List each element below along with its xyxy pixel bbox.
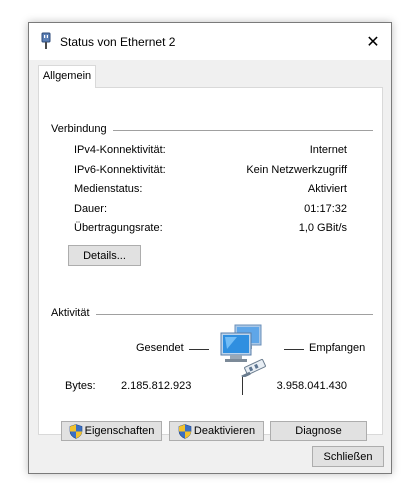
tab-general[interactable]: Allgemein [38, 65, 96, 88]
ipv4-value: Internet [309, 144, 347, 156]
media-status-value: Aktiviert [307, 183, 347, 195]
ipv4-label: IPv4-Konnektivität: [74, 144, 166, 156]
network-computers-icon [220, 324, 266, 377]
details-button-label: Details... [83, 249, 126, 262]
connection-group-label: Verbindung [51, 123, 113, 135]
close-icon[interactable]: ✕ [355, 23, 391, 60]
bytes-divider [242, 377, 243, 395]
transfer-rate-value: 1,0 GBit/s [298, 222, 347, 234]
bytes-received-value: 3.958.041.430 [276, 380, 347, 392]
deactivate-button-label: Deaktivieren [193, 425, 256, 437]
diagnose-button-label: Diagnose [295, 425, 342, 437]
shield-icon [69, 423, 82, 439]
close-button-label: Schließen [323, 450, 373, 463]
ipv6-value: Kein Netzwerkzugriff [246, 164, 347, 176]
ipv6-label: IPv6-Konnektivität: [74, 164, 166, 176]
bytes-sent-value: 2.185.812.923 [121, 380, 192, 392]
properties-button-label: Eigenschaften [84, 425, 155, 437]
close-button[interactable]: Schließen [312, 446, 384, 467]
activity-group-label: Aktivität [51, 307, 96, 319]
general-panel: Verbindung IPv4-Konnektivität: Internet … [38, 87, 383, 441]
sent-connector-line [189, 349, 209, 350]
received-connector-line [284, 349, 304, 350]
activity-group-line [51, 314, 373, 315]
duration-label: Dauer: [74, 203, 108, 215]
received-label: Empfangen [309, 342, 366, 354]
diagnose-button[interactable]: Diagnose [270, 421, 367, 441]
shield-icon [178, 423, 192, 439]
sent-label: Gesendet [136, 342, 184, 354]
status-dialog: Status von Ethernet 2 ✕ Allgemein Verbin… [28, 22, 392, 474]
ethernet-plug-icon [41, 32, 51, 49]
title-bar[interactable]: Status von Ethernet 2 ✕ [29, 23, 391, 60]
properties-button[interactable]: Eigenschaften [61, 421, 162, 441]
bytes-label: Bytes: [65, 380, 96, 392]
details-button[interactable]: Details... [68, 245, 141, 266]
media-status-label: Medienstatus: [74, 183, 143, 195]
duration-value: 01:17:32 [304, 203, 347, 215]
window-title: Status von Ethernet 2 [60, 35, 176, 49]
deactivate-button[interactable]: Deaktivieren [169, 421, 264, 441]
transfer-rate-label: Übertragungsrate: [74, 222, 163, 234]
